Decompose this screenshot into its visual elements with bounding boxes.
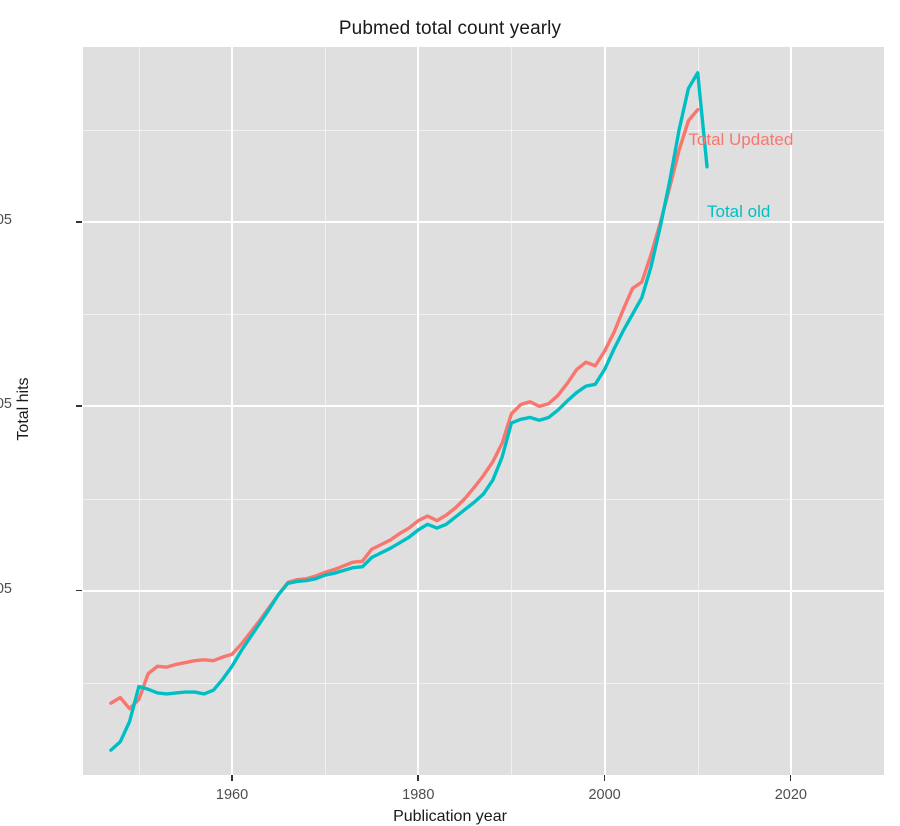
y-tick-mark: [76, 221, 82, 223]
y-tick-mark: [76, 589, 82, 592]
x-tick-mark: [417, 775, 419, 781]
series-line: [109, 107, 700, 711]
x-tick-label: 2000: [588, 787, 621, 803]
x-tick-label: 1960: [215, 787, 249, 803]
page-title: Pubmed total count yearly: [338, 18, 562, 39]
y-axis-title: Total hits: [15, 377, 32, 441]
series-label: Total old: [707, 201, 771, 221]
x-tick-label: 1980: [402, 787, 435, 803]
x-tick-mark: [789, 775, 792, 781]
y-tick-label: 2e+05: [0, 580, 12, 597]
plot-panel: Total Updated Total old: [83, 47, 884, 775]
y-tick-mark: [76, 405, 82, 407]
y-tick-label: 4e+05: [0, 396, 12, 413]
series-line: [109, 71, 709, 752]
y-tick-label: 6e+05: [0, 212, 12, 229]
chart-figure: Pubmed total count yearly Total Updated T…: [0, 0, 900, 826]
x-tick-mark: [231, 775, 233, 781]
x-tick-mark: [603, 775, 606, 781]
x-axis-title: Publication year: [393, 808, 507, 825]
series-lines: [109, 71, 709, 752]
series-label: Total Updated: [688, 130, 794, 149]
x-tick-label: 2020: [774, 787, 807, 803]
